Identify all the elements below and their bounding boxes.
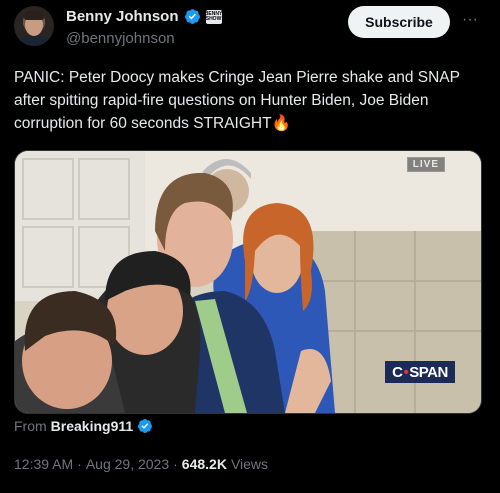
source-account-link[interactable]: Breaking911 <box>51 418 134 434</box>
media-source-row: From Breaking911 <box>14 418 153 434</box>
tweet-date[interactable]: Aug 29, 2023 <box>86 456 169 472</box>
cspan-logo-left: C <box>392 363 403 381</box>
author-handle[interactable]: @bennyjohnson <box>66 30 175 47</box>
author-name-row: Benny Johnson BENNY SHOW <box>66 8 222 25</box>
views-count: 648.2K <box>181 456 227 472</box>
source-verified-badge-icon <box>138 419 153 433</box>
more-options-icon[interactable]: ··· <box>458 10 482 34</box>
tweet-time[interactable]: 12:39 AM <box>14 456 73 472</box>
live-badge: LIVE <box>406 157 445 172</box>
video-player[interactable]: LIVE C • SPAN <box>14 150 482 414</box>
author-name[interactable]: Benny Johnson <box>66 8 179 25</box>
cspan-logo-dot: • <box>403 363 409 381</box>
cspan-logo-right: SPAN <box>409 363 448 381</box>
cspan-logo: C • SPAN <box>385 361 455 383</box>
from-label: From <box>14 418 47 434</box>
meta-separator: · <box>173 456 178 472</box>
views-label: Views <box>230 456 269 472</box>
tweet-header: Benny Johnson BENNY SHOW @bennyjohnson S… <box>0 0 500 60</box>
subscribe-button[interactable]: Subscribe <box>348 6 450 38</box>
verified-badge-icon[interactable] <box>184 8 201 25</box>
affiliate-badge[interactable]: BENNY SHOW <box>205 9 222 24</box>
tweet-metadata: 12:39 AM · Aug 29, 2023 · 648.2K Views <box>14 456 268 472</box>
meta-separator: · <box>77 456 82 472</box>
author-avatar[interactable] <box>14 6 54 46</box>
tweet-text: PANIC: Peter Doocy makes Cringe Jean Pie… <box>14 69 460 132</box>
